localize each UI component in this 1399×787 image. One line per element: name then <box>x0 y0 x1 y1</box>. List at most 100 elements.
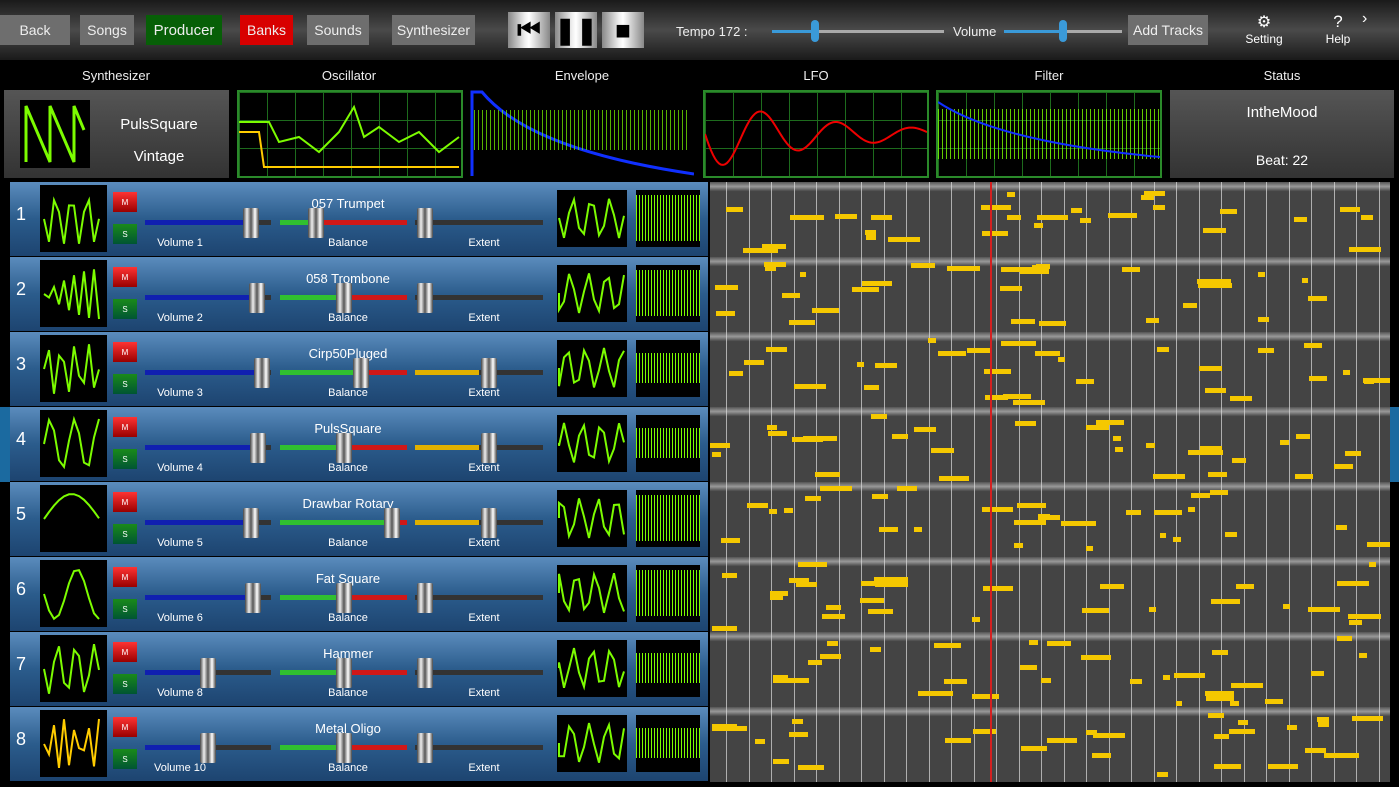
volume-slider[interactable] <box>145 370 271 375</box>
note[interactable] <box>1153 474 1185 479</box>
note[interactable] <box>1198 283 1232 288</box>
solo-button[interactable]: S <box>113 224 137 244</box>
songs-button[interactable]: Songs <box>80 15 134 45</box>
note[interactable] <box>815 472 840 477</box>
balance-slider[interactable] <box>280 670 407 675</box>
mute-button[interactable]: M <box>113 342 137 362</box>
note[interactable] <box>1265 699 1283 704</box>
note[interactable] <box>1369 562 1376 567</box>
note[interactable] <box>769 509 777 514</box>
note[interactable] <box>1211 599 1240 604</box>
note[interactable] <box>1183 303 1197 308</box>
note[interactable] <box>805 496 821 501</box>
track-instrument-icon[interactable] <box>40 185 107 252</box>
note[interactable] <box>1231 683 1263 688</box>
note[interactable] <box>1336 525 1346 530</box>
note[interactable] <box>1283 604 1289 609</box>
note[interactable] <box>766 347 787 352</box>
note[interactable] <box>1308 607 1340 612</box>
note[interactable] <box>1206 696 1234 701</box>
note[interactable] <box>1093 733 1125 738</box>
note[interactable] <box>1086 730 1097 735</box>
tempo-slider[interactable] <box>772 30 944 33</box>
note[interactable] <box>1041 678 1051 683</box>
note[interactable] <box>1086 546 1093 551</box>
note[interactable] <box>1220 209 1237 214</box>
balance-slider[interactable] <box>280 595 407 600</box>
track-instrument-icon[interactable] <box>40 260 107 327</box>
note[interactable] <box>872 494 888 499</box>
note[interactable] <box>1174 673 1204 678</box>
setting-button[interactable]: ⚙Setting <box>1240 12 1288 46</box>
note[interactable] <box>744 360 764 365</box>
track-instrument-icon[interactable] <box>40 410 107 477</box>
producer-button[interactable]: Producer <box>146 15 222 45</box>
note[interactable] <box>892 434 908 439</box>
note[interactable] <box>1343 370 1350 375</box>
note[interactable] <box>1082 608 1109 613</box>
note[interactable] <box>1238 720 1248 725</box>
chevron-right-icon[interactable]: › <box>1362 10 1367 28</box>
note[interactable] <box>1076 379 1094 384</box>
note[interactable] <box>862 281 892 286</box>
note[interactable] <box>1229 729 1255 734</box>
note[interactable] <box>875 363 896 368</box>
note[interactable] <box>1349 620 1362 625</box>
synth-panel[interactable]: PulsSquare Vintage <box>4 90 229 178</box>
note[interactable] <box>1037 215 1068 220</box>
note[interactable] <box>1007 215 1021 220</box>
note[interactable] <box>1130 679 1142 684</box>
note[interactable] <box>715 285 739 290</box>
note[interactable] <box>1258 272 1265 277</box>
solo-button[interactable]: S <box>113 599 137 619</box>
note[interactable] <box>712 626 737 631</box>
add-tracks-button[interactable]: Add Tracks <box>1128 15 1208 45</box>
note[interactable] <box>1032 265 1049 270</box>
note[interactable] <box>1176 701 1182 706</box>
note[interactable] <box>1017 503 1046 508</box>
sounds-button[interactable]: Sounds <box>307 15 369 45</box>
note[interactable] <box>1141 195 1154 200</box>
note[interactable] <box>827 641 838 646</box>
note[interactable] <box>875 582 909 587</box>
extent-slider[interactable] <box>415 220 543 225</box>
note[interactable] <box>1199 366 1222 371</box>
volume-slider[interactable] <box>145 220 271 225</box>
note[interactable] <box>914 527 922 532</box>
note[interactable] <box>1208 472 1227 477</box>
scroll-edge[interactable] <box>1390 407 1399 482</box>
note[interactable] <box>826 605 841 610</box>
mute-button[interactable]: M <box>113 642 137 662</box>
note[interactable] <box>1146 318 1159 323</box>
note[interactable] <box>1230 396 1252 401</box>
note[interactable] <box>985 395 1008 400</box>
note[interactable] <box>1146 443 1155 448</box>
note[interactable] <box>771 594 778 599</box>
note[interactable] <box>1086 425 1110 430</box>
note[interactable] <box>710 443 730 448</box>
note[interactable] <box>1000 286 1022 291</box>
note[interactable] <box>1311 671 1324 676</box>
extent-slider[interactable] <box>415 745 543 750</box>
note[interactable] <box>794 384 826 389</box>
synthesizer-button[interactable]: Synthesizer <box>392 15 475 45</box>
note[interactable] <box>914 427 936 432</box>
note[interactable] <box>981 205 1010 210</box>
note[interactable] <box>1210 490 1228 495</box>
note[interactable] <box>726 207 743 212</box>
note[interactable] <box>918 691 954 696</box>
note[interactable] <box>1014 543 1023 548</box>
track-instrument-icon[interactable] <box>40 335 107 402</box>
note[interactable] <box>763 247 776 252</box>
extent-slider[interactable] <box>415 445 543 450</box>
note[interactable] <box>722 573 737 578</box>
note[interactable] <box>1071 208 1082 213</box>
volume-slider[interactable] <box>145 445 271 450</box>
volume-slider[interactable] <box>145 670 271 675</box>
note[interactable] <box>1230 701 1239 706</box>
note[interactable] <box>1188 507 1195 512</box>
note[interactable] <box>944 679 967 684</box>
note[interactable] <box>1061 521 1095 526</box>
note[interactable] <box>790 215 825 220</box>
note[interactable] <box>803 436 837 441</box>
